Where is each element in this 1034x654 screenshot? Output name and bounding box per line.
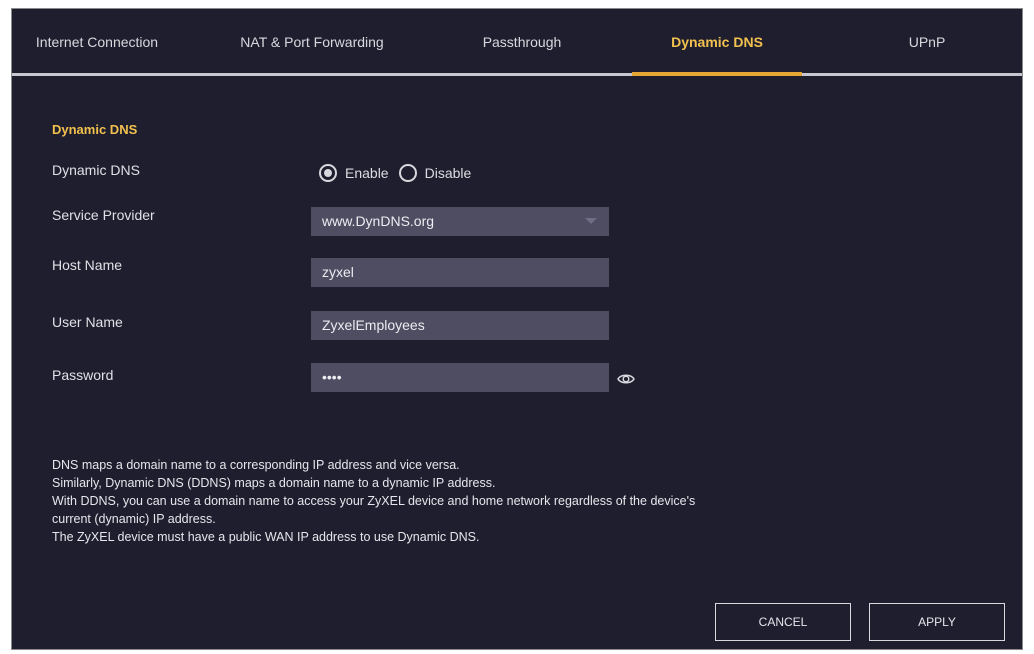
password-label: Password	[52, 367, 114, 383]
tab-bar: Internet Connection NAT & Port Forwardin…	[12, 9, 1022, 76]
description-text: DNS maps a domain name to a correspondin…	[52, 456, 695, 546]
user-name-label: User Name	[52, 314, 123, 330]
section-title: Dynamic DNS	[52, 122, 138, 137]
eye-icon[interactable]	[617, 370, 635, 388]
disable-radio[interactable]	[398, 164, 417, 182]
tab-upnp[interactable]: UPnP	[852, 9, 1002, 75]
service-provider-value: www.DynDNS.org	[322, 213, 435, 229]
enable-radio[interactable]	[319, 164, 337, 182]
service-provider-label: Service Provider	[52, 207, 155, 223]
service-provider-select[interactable]: www.DynDNS.org	[311, 207, 609, 236]
dynamic-dns-panel: Internet Connection NAT & Port Forwardin…	[11, 8, 1023, 650]
tab-nat-port-forwarding[interactable]: NAT & Port Forwarding	[212, 9, 412, 75]
host-name-input[interactable]: zyxel	[311, 258, 609, 287]
description-line: current (dynamic) IP address.	[52, 512, 216, 526]
user-name-input[interactable]: ZyxelEmployees	[311, 311, 609, 340]
description-line: The ZyXEL device must have a public WAN …	[52, 530, 480, 544]
dynamic-dns-label: Dynamic DNS	[52, 162, 140, 178]
apply-button[interactable]: APPLY	[869, 603, 1005, 641]
tab-divider	[12, 73, 1022, 76]
dynamic-dns-radio-group: Enable Disable	[319, 163, 481, 183]
password-input[interactable]: ••••	[311, 363, 609, 392]
enable-radio-label[interactable]: Enable	[345, 165, 389, 181]
description-line: DNS maps a domain name to a correspondin…	[52, 458, 460, 472]
tab-dynamic-dns[interactable]: Dynamic DNS	[632, 9, 802, 75]
description-line: Similarly, Dynamic DNS (DDNS) maps a dom…	[52, 476, 496, 490]
active-tab-indicator	[632, 72, 802, 76]
cancel-button[interactable]: CANCEL	[715, 603, 851, 641]
tab-passthrough[interactable]: Passthrough	[432, 9, 612, 75]
disable-radio-label[interactable]: Disable	[425, 165, 472, 181]
tab-internet-connection[interactable]: Internet Connection	[12, 9, 182, 75]
host-name-label: Host Name	[52, 257, 123, 273]
description-line: With DDNS, you can use a domain name to …	[52, 494, 696, 508]
chevron-down-icon	[585, 218, 597, 224]
